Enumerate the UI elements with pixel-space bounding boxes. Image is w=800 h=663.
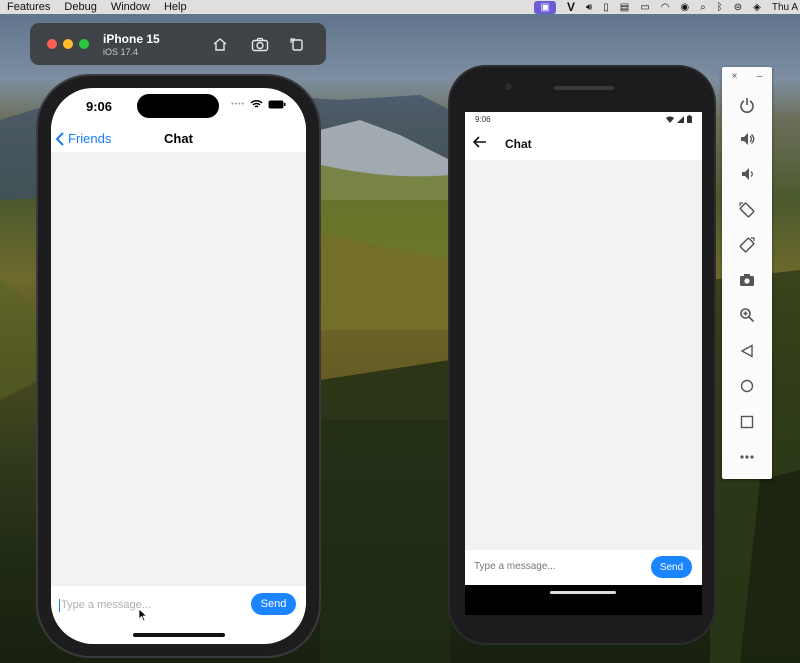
page-title: Chat	[505, 137, 532, 151]
wifi-icon	[250, 100, 263, 108]
screen-share-icon[interactable]: ▣	[534, 0, 556, 14]
android-status-time: 9:06	[475, 115, 491, 124]
battery-case-icon[interactable]: ▯	[603, 2, 609, 13]
message-input[interactable]: Type a message...	[59, 593, 247, 617]
mouse-cursor-icon	[138, 608, 148, 622]
send-button[interactable]: Send	[651, 556, 692, 578]
send-button[interactable]: Send	[251, 593, 296, 615]
zoom-icon[interactable]	[736, 304, 758, 326]
iphone-screen: 9:06 •••• Friends Chat Type a message...…	[51, 88, 306, 644]
volume-down-icon[interactable]	[736, 163, 758, 185]
screenshot-icon[interactable]	[251, 36, 269, 52]
emulator-control-panel: × –	[722, 67, 772, 479]
android-status-icons	[666, 115, 692, 123]
rotate-left-icon[interactable]	[736, 199, 758, 221]
android-emulator: 9:06 Chat Type a message... Send	[450, 67, 714, 643]
arrow-back-icon[interactable]	[473, 136, 487, 148]
android-gesture-bar	[465, 585, 702, 615]
iphone-nav-bar: Friends Chat	[51, 122, 306, 152]
android-app-bar: Chat	[465, 126, 702, 160]
zoom-window-button[interactable]	[79, 39, 89, 49]
os-version: iOS 17.4	[103, 47, 139, 57]
search-icon[interactable]: ⌕	[700, 2, 706, 13]
wifi-icon	[666, 116, 674, 123]
gesture-handle[interactable]	[550, 591, 616, 594]
menu-window[interactable]: Window	[104, 1, 157, 13]
dynamic-island	[137, 94, 219, 118]
panel-window-controls: × –	[722, 71, 772, 82]
panel-minimize-button[interactable]: –	[757, 71, 763, 82]
simulator-toolbar: iPhone 15 iOS 17.4	[30, 23, 326, 65]
close-window-button[interactable]	[47, 39, 57, 49]
message-composer: Type a message... Send	[51, 586, 306, 626]
signal-icon	[677, 115, 684, 123]
iphone-status-time: 9:06	[86, 99, 113, 114]
menubar-status-area: ▣ V 🔊︎ ▯ ▤ ▭ ◠ ◉ ⌕ ᛒ ⊜ ◈ Thu A	[534, 0, 800, 14]
rotate-right-icon[interactable]	[736, 234, 758, 256]
menu-debug[interactable]: Debug	[57, 1, 103, 13]
device-name: iPhone 15	[103, 32, 160, 46]
earpiece-speaker	[554, 86, 614, 90]
android-screen: 9:06 Chat Type a message... Send	[465, 112, 702, 585]
menu-features[interactable]: Features	[0, 1, 57, 13]
page-title: Chat	[164, 131, 193, 146]
v-icon[interactable]: V	[567, 0, 575, 14]
wifi-icon[interactable]: ◠	[661, 2, 670, 13]
home-icon[interactable]	[211, 36, 229, 52]
control-center-icon[interactable]: ⊜	[734, 2, 742, 13]
home-indicator[interactable]	[133, 633, 225, 637]
battery-icon[interactable]: ▭	[640, 2, 649, 13]
menu-help[interactable]: Help	[157, 1, 194, 13]
more-icon[interactable]	[736, 446, 758, 468]
message-list[interactable]	[51, 152, 306, 586]
text-caret	[59, 598, 60, 612]
home-circle-icon[interactable]	[736, 375, 758, 397]
android-status-bar: 9:06	[465, 112, 702, 126]
iphone-status-icons: ••••	[231, 99, 286, 109]
camera-icon[interactable]	[736, 269, 758, 291]
minimize-window-button[interactable]	[63, 39, 73, 49]
volume-icon[interactable]: 🔊︎	[586, 2, 592, 13]
menubar-clock[interactable]: Thu A	[772, 2, 798, 13]
power-icon[interactable]	[736, 94, 758, 116]
cellular-icon: ••••	[231, 100, 245, 108]
user-icon[interactable]: ◉	[680, 2, 689, 13]
volume-up-icon[interactable]	[736, 128, 758, 150]
message-input[interactable]: Type a message...	[474, 561, 556, 572]
mac-menubar: Features Debug Window Help ▣ V 🔊︎ ▯ ▤ ▭ …	[0, 0, 800, 14]
iphone-simulator: 9:06 •••• Friends Chat Type a message...…	[38, 76, 319, 656]
rotate-icon[interactable]	[288, 36, 306, 52]
battery-icon	[268, 100, 286, 108]
battery-icon	[687, 115, 692, 123]
message-list[interactable]	[465, 160, 702, 550]
display-icon[interactable]: ▤	[620, 2, 629, 13]
bluetooth-icon[interactable]: ᛒ	[717, 2, 723, 13]
panel-close-button[interactable]: ×	[732, 71, 738, 82]
siri-icon[interactable]: ◈	[753, 2, 761, 13]
message-composer: Type a message... Send	[465, 550, 702, 585]
front-camera	[505, 83, 512, 90]
overview-icon[interactable]	[736, 411, 758, 433]
back-icon[interactable]	[736, 340, 758, 362]
